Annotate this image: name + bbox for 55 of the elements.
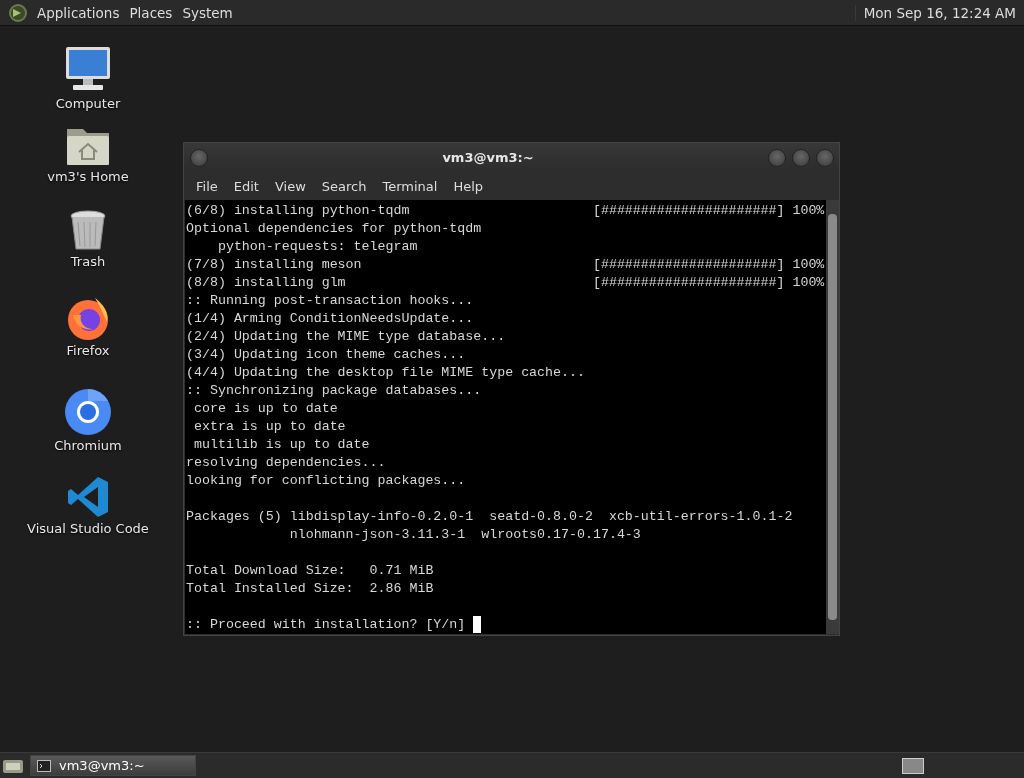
text-cursor: [473, 616, 482, 633]
workspace-switcher[interactable]: [902, 757, 924, 774]
firefox-icon[interactable]: [65, 295, 111, 341]
window-title: vm3@vm3:~: [441, 150, 535, 165]
panel-menu[interactable]: Places: [124, 4, 178, 21]
vscode-icon[interactable]: [66, 475, 110, 519]
panel-menu[interactable]: System: [177, 4, 238, 21]
menu-item[interactable]: Search: [313, 178, 375, 194]
desktop-icon-label[interactable]: Computer: [55, 96, 121, 111]
terminal-line: resolving dependencies...: [186, 454, 386, 472]
progress-bar-text: [######################] 100%: [592, 202, 825, 220]
panel-menu[interactable]: Applications: [32, 4, 125, 21]
menu-item[interactable]: File: [188, 178, 226, 194]
menu-item[interactable]: View: [266, 178, 314, 194]
close-button[interactable]: [816, 148, 834, 167]
terminal-line: (3/4) Updating icon theme caches...: [186, 346, 466, 364]
terminal-line: (2/4) Updating the MIME type database...: [186, 328, 506, 346]
terminal-line: Packages (5) libdisplay-info-0.2.0-1 seatd-0.8.0-2 xcb-util-errors-1.0.1-2: [186, 508, 793, 526]
minimize-button[interactable]: [768, 148, 786, 167]
terminal-line: Optional dependencies for python-tqdm: [186, 220, 482, 238]
terminal-line: (8/8) installing glm: [186, 274, 347, 292]
desktop-icon-label[interactable]: Firefox: [66, 343, 110, 358]
taskbar-task[interactable]: vm3@vm3:~: [30, 755, 196, 776]
trash-icon[interactable]: [69, 210, 107, 252]
desktop-icon-label[interactable]: Chromium: [54, 438, 122, 453]
maximize-button[interactable]: [792, 148, 810, 167]
terminal-line: looking for conflicting packages...: [186, 472, 466, 490]
terminal-line: Total Installed Size: 2.86 MiB: [186, 580, 434, 598]
clock[interactable]: Mon Sep 16, 12:24 AM: [854, 4, 1024, 21]
terminal-line: (7/8) installing meson: [186, 256, 363, 274]
window-menu-button[interactable]: [190, 148, 208, 167]
terminal-line: extra is up to date: [192, 418, 346, 436]
desktop-icon-label[interactable]: Trash: [70, 254, 106, 269]
terminal-line: :: Running post-transaction hooks...: [186, 292, 474, 310]
terminal-line: core is up to date: [192, 400, 338, 418]
terminal-prompt: :: Proceed with installation? [Y/n]: [186, 616, 466, 634]
menu-item[interactable]: Help: [445, 178, 492, 194]
terminal-icon: [37, 759, 51, 772]
menu-item[interactable]: Edit: [225, 178, 267, 194]
terminal-line: (4/4) Updating the desktop file MIME type cache...: [186, 364, 585, 382]
terminal-line: multilib is up to date: [192, 436, 370, 454]
terminal-line: :: Synchronizing package databases...: [186, 382, 482, 400]
terminal-line: nlohmann-json-3.11.3-1 wlroots0.17-0.17.4-3: [288, 526, 641, 544]
terminal-line: python-requests: telegram: [216, 238, 418, 256]
desktop-icon-label[interactable]: vm3's Home: [47, 169, 129, 184]
progress-bar-text: [######################] 100%: [592, 256, 825, 274]
scrollbar[interactable]: [826, 200, 839, 634]
menu-logo-icon[interactable]: [8, 2, 28, 23]
progress-bar-text: [######################] 100%: [592, 274, 825, 292]
terminal-line: (1/4) Arming ConditionNeedsUpdate...: [186, 310, 474, 328]
desktop-icon-label[interactable]: Visual Studio Code: [27, 521, 149, 536]
terminal-line: (6/8) installing python-tqdm: [186, 202, 411, 220]
chromium-icon[interactable]: [64, 388, 112, 436]
menu-item[interactable]: Terminal: [374, 178, 446, 194]
terminal-line: Total Download Size: 0.71 MiB: [186, 562, 434, 580]
